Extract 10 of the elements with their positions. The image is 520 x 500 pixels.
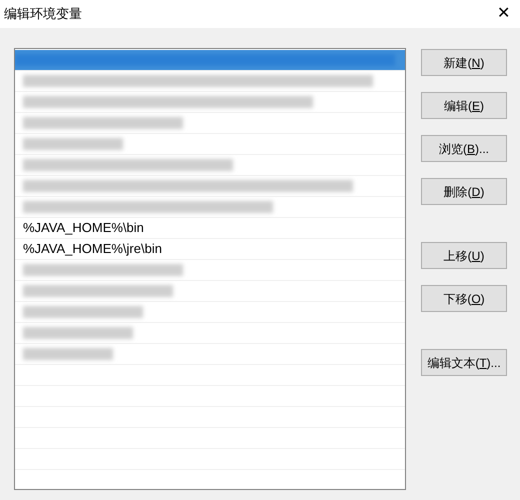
dialog-button[interactable]: 新建(N) [421,49,507,76]
dialog-button[interactable]: 删除(D) [421,178,507,205]
list-item[interactable] [15,50,405,71]
dialog-button[interactable]: 浏览(B)... [421,135,507,162]
dialog-button[interactable]: 编辑文本(T)... [421,349,507,376]
dialog-button[interactable]: 上移(U) [421,242,507,269]
dialog-button[interactable]: 编辑(E) [421,92,507,119]
close-button[interactable]: ✕ [495,6,512,22]
window-title: 编辑环境变量 [4,5,82,24]
dialog-button[interactable]: 下移(O) [421,285,507,312]
